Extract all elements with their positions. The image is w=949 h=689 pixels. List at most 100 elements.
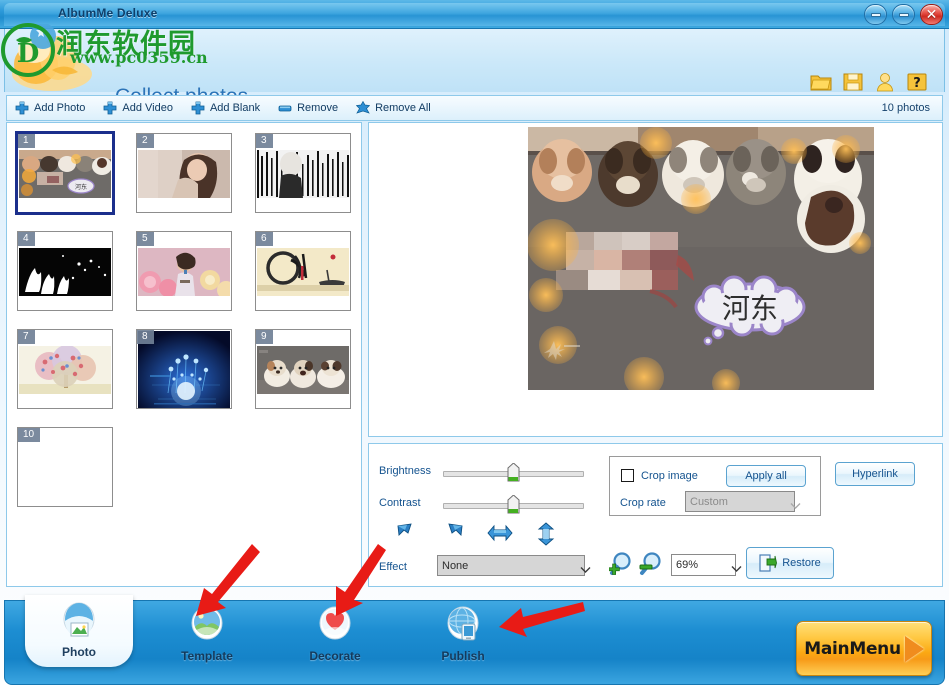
thumbnail-item[interactable]: 3: [255, 133, 351, 213]
rotate-right-icon[interactable]: [395, 522, 419, 546]
preview-caption-text: 河东: [722, 292, 778, 325]
thumbnail-image: [257, 150, 349, 198]
effect-label: Effect: [379, 561, 407, 573]
minimize-button[interactable]: [864, 4, 887, 25]
thumbnail-image: [138, 150, 230, 198]
crop-image-label: Crop image: [641, 470, 698, 482]
bottom-navigation: Photo Template Decorate Publish MainMenu: [4, 595, 945, 685]
toolbar-label: Remove All: [375, 102, 431, 114]
minus-bar-icon: [278, 101, 292, 115]
thumbnail-item[interactable]: 5: [136, 231, 232, 311]
thumbnail-panel[interactable]: 1 河东 2 3 4 5 6 7 8 9 10: [6, 122, 362, 587]
thumbnail-item[interactable]: 9: [255, 329, 351, 409]
play-arrow-icon: [904, 635, 924, 662]
thumbnail-item[interactable]: 6: [255, 231, 351, 311]
toolbar-item-add-photo[interactable]: Add Photo: [7, 96, 95, 120]
photo-count-label: 10 photos: [881, 102, 930, 114]
thumbnail-item[interactable]: 4: [17, 231, 113, 311]
user-icon[interactable]: [874, 71, 896, 93]
apply-all-label: Apply all: [745, 470, 787, 482]
contrast-label: Contrast: [379, 497, 421, 509]
publish-icon: [443, 605, 483, 647]
window-controls: ✕: [864, 4, 943, 25]
restore-label: Restore: [782, 557, 821, 569]
crop-rate-label: Crop rate: [620, 497, 666, 509]
plus-cross-icon: [15, 101, 29, 115]
effect-select[interactable]: None: [437, 555, 591, 576]
thumbnail-item[interactable]: 8: [136, 329, 232, 409]
decorate-icon: [315, 605, 355, 647]
transform-button-group: [395, 522, 555, 546]
rotate-left-icon[interactable]: [441, 522, 465, 546]
zoom-out-icon[interactable]: [639, 552, 663, 578]
thumbnail-image-blank: [19, 444, 111, 492]
close-button[interactable]: ✕: [920, 4, 943, 25]
maximize-icon: [898, 12, 909, 17]
thumbnail-grid: 1 河东 2 3 4 5 6 7 8 9 10: [15, 131, 357, 507]
brightness-slider-thumb[interactable]: [507, 463, 520, 482]
nav-tab-label: Decorate: [309, 649, 361, 663]
save-icon[interactable]: [842, 71, 864, 93]
zoom-in-icon[interactable]: [609, 552, 633, 578]
maximize-button[interactable]: [892, 4, 915, 25]
contrast-slider-thumb[interactable]: [507, 495, 520, 514]
apply-all-button[interactable]: Apply all: [726, 465, 806, 487]
watermark-badge-icon: D: [0, 20, 56, 78]
thumbnail-number: 9: [256, 330, 273, 344]
plus-cross-icon: [103, 101, 117, 115]
crop-rate-value: Custom: [690, 495, 728, 508]
application-window: AlbumMe Deluxe ✕ Collect photos: [0, 0, 949, 689]
toolbar-label: Add Photo: [34, 102, 86, 114]
plus-cross-icon: [191, 101, 205, 115]
crop-image-checkbox[interactable]: [621, 469, 634, 482]
thumbnail-item[interactable]: 1 河东: [15, 131, 115, 215]
toolbar-label: Remove: [297, 102, 339, 114]
window-title: AlbumMe Deluxe: [58, 6, 158, 20]
template-icon: [187, 605, 227, 647]
thumbnail-number: 5: [137, 232, 154, 246]
toolbar-item-add-video[interactable]: Add Video: [95, 96, 183, 120]
main-menu-button[interactable]: MainMenu: [796, 621, 932, 676]
toolbar-label: Add Blank: [209, 102, 261, 114]
thumbnail-number: 4: [18, 232, 35, 246]
thumbnail-number: 1: [18, 134, 35, 148]
thumbnail-item[interactable]: 2: [136, 133, 232, 213]
zoom-level-select[interactable]: 69%: [671, 554, 742, 576]
crop-group: Crop image Apply all Crop rate Custom: [609, 456, 821, 516]
thumbnail-item[interactable]: 10: [17, 427, 113, 507]
restore-button[interactable]: Restore: [746, 547, 834, 579]
crop-rate-select[interactable]: Custom: [685, 491, 801, 512]
toolbar-label: Add Video: [122, 102, 173, 114]
nav-tab-photo[interactable]: Photo: [25, 595, 133, 667]
main-menu-label: MainMenu: [804, 638, 901, 659]
flip-vertical-icon[interactable]: [535, 522, 557, 546]
svg-text:?: ?: [913, 76, 921, 91]
restore-icon: [759, 554, 778, 572]
open-folder-icon[interactable]: [810, 71, 832, 93]
thumbnail-image: [257, 248, 349, 296]
help-icon[interactable]: ?: [906, 71, 928, 93]
toolbar-item-add-blank[interactable]: Add Blank: [183, 96, 270, 120]
thumbnail-image: 河东: [19, 150, 111, 198]
preview-image[interactable]: 河东: [528, 127, 874, 390]
nav-tab-template[interactable]: Template: [153, 605, 261, 671]
photos-toolbar: Add Photo Add Video Add Blank Remove Rem…: [6, 95, 943, 121]
toolbar-item-remove-all[interactable]: Remove All: [348, 96, 441, 120]
nav-tab-publish[interactable]: Publish: [409, 605, 517, 671]
thumbnail-image: [257, 346, 349, 394]
thumbnail-item[interactable]: 7: [17, 329, 113, 409]
nav-tab-decorate[interactable]: Decorate: [281, 605, 389, 671]
thumbnail-number: 7: [18, 330, 35, 344]
toolbar-item-remove[interactable]: Remove: [270, 96, 348, 120]
svg-text:D: D: [17, 39, 40, 69]
thumbnail-number: 8: [137, 330, 154, 344]
thumbnail-number: 3: [256, 134, 273, 148]
star-cross-icon: [356, 101, 371, 115]
photo-icon: [59, 601, 99, 643]
edit-panel: Brightness Contrast Effect None Crop ima…: [368, 443, 943, 587]
hyperlink-button[interactable]: Hyperlink: [835, 462, 915, 486]
flip-horizontal-icon[interactable]: [487, 522, 513, 546]
effect-value: None: [442, 559, 469, 572]
svg-text:河东: 河东: [75, 183, 87, 191]
close-icon: ✕: [925, 6, 938, 23]
